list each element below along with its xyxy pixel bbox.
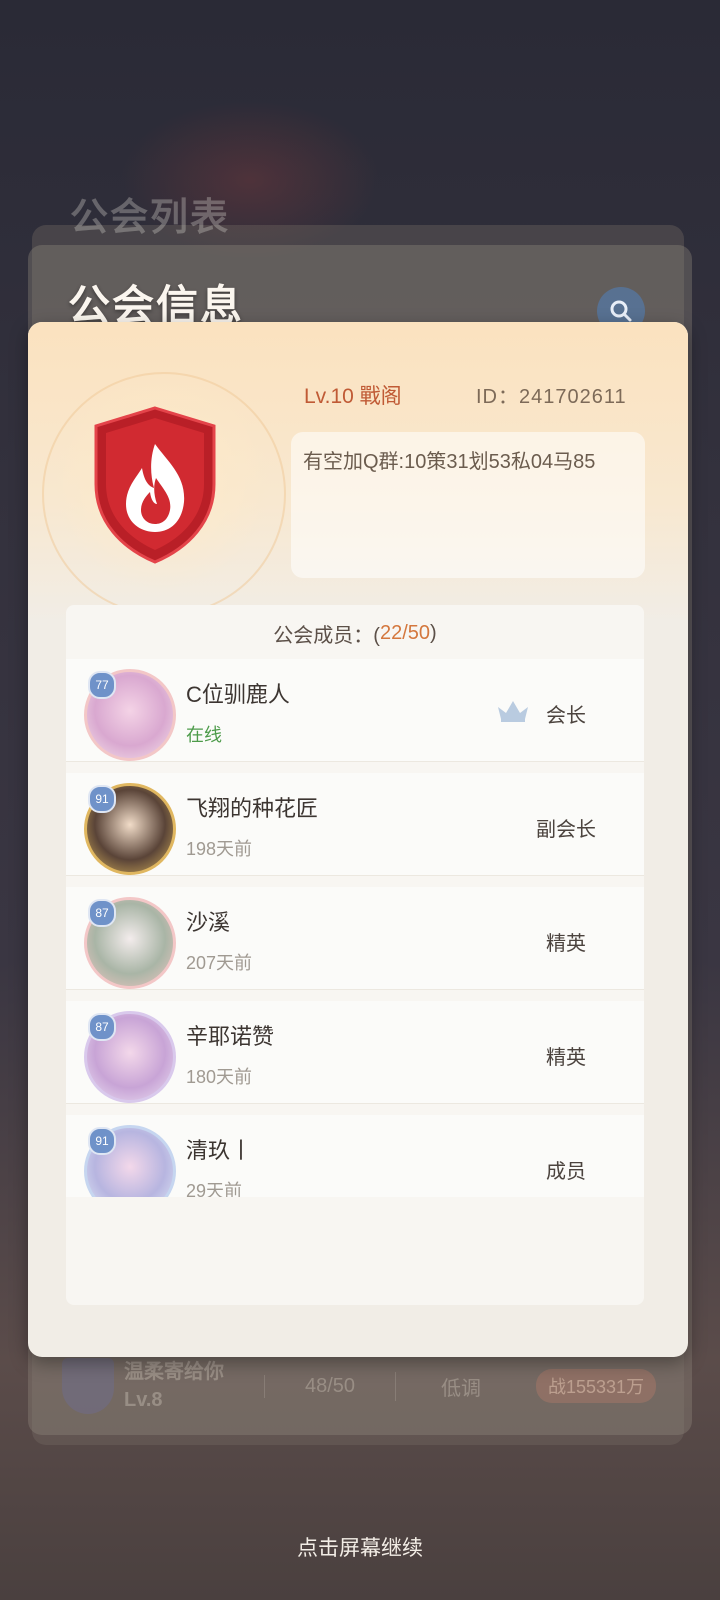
member-role: 精英 [546,933,586,955]
member-list[interactable]: 77 C位驯鹿人 在线 会长 91 飞翔的种花匠 198天前 副会长 87 沙溪… [66,659,644,1197]
member-status: 180天前 [186,1067,253,1087]
guild-list-title: 公会列表 [70,197,231,239]
tap-to-continue-hint[interactable]: 点击屏幕继续 [0,1532,720,1562]
member-count-header: 公会成员：( 22/50 ) [273,621,437,647]
member-row[interactable]: 87 沙溪 207天前 精英 [66,887,644,990]
member-level-badge: 87 [88,899,116,927]
member-name: 清玖丨 [186,1138,253,1163]
member-level-badge: 91 [88,1127,116,1155]
member-status: 在线 [186,725,222,745]
guild-info-card: Lv.10 戰阁 ID：241702611 有空加Q群:10策31划53私04马… [28,322,688,1357]
member-row[interactable]: 77 C位驯鹿人 在线 会长 [66,659,644,762]
member-name: 辛耶诺赞 [186,1024,275,1049]
member-level-badge: 77 [88,671,116,699]
guild-id: ID：241702611 [476,386,627,408]
member-name: C位驯鹿人 [186,682,290,707]
guild-announcement: 有空加Q群:10策31划53私04马85 [303,451,596,473]
member-level-badge: 87 [88,1013,116,1041]
member-status: 207天前 [186,953,253,973]
member-row[interactable]: 87 辛耶诺赞 180天前 精英 [66,1001,644,1104]
member-role: 会长 [546,705,586,727]
search-icon [610,300,632,322]
fire-shield-icon [94,406,216,564]
member-role: 精英 [546,1047,586,1069]
member-role: 成员 [546,1161,586,1183]
member-row[interactable]: 91 清玖丨 29天前 成员 [66,1115,644,1197]
member-status: 29天前 [186,1181,243,1197]
member-list-panel: 公会成员：( 22/50 ) 77 C位驯鹿人 在线 会长 91 飞翔的种花匠 … [66,605,644,1305]
member-count: 22/50 [379,621,431,644]
member-row[interactable]: 91 飞翔的种花匠 198天前 副会长 [66,773,644,876]
guild-emblem [90,404,220,566]
member-name: 飞翔的种花匠 [186,796,319,821]
guild-announcement-box: 有空加Q群:10策31划53私04马85 [291,432,645,578]
member-name: 沙溪 [186,910,231,935]
guild-level-name: Lv.10 戰阁 [304,385,402,408]
member-level-badge: 91 [88,785,116,813]
member-status: 198天前 [186,839,253,859]
member-role: 副会长 [536,819,596,841]
